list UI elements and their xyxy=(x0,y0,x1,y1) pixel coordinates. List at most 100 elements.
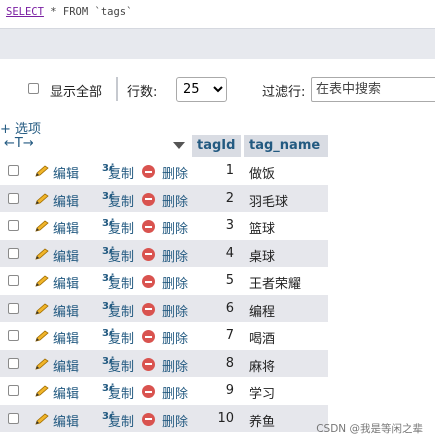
table-row: 编辑 3ċ 复制 删除 8 麻将 xyxy=(0,349,328,377)
toolbar-divider xyxy=(116,77,118,101)
sort-dropdown-icon[interactable] xyxy=(173,142,185,149)
copy-link[interactable]: 复制 xyxy=(108,273,134,292)
table-toolbar: 显示全部 行数: 25 过滤行: xyxy=(0,74,435,104)
show-all-label[interactable]: 显示全部 xyxy=(50,81,102,100)
delete-icon[interactable] xyxy=(142,385,155,398)
column-resize-arrows-icon[interactable]: ←T→ xyxy=(4,136,34,151)
pencil-icon[interactable] xyxy=(34,275,50,287)
pencil-icon[interactable] xyxy=(34,385,50,397)
cell-tagid: 4 xyxy=(225,245,234,261)
cell-tagid: 3 xyxy=(225,218,234,233)
table-row: 编辑 3ċ 复制 删除 5 王者荣耀 xyxy=(0,267,328,295)
delete-link[interactable]: 删除 xyxy=(162,356,188,375)
copy-link[interactable]: 复制 xyxy=(108,218,134,237)
sql-keyword-select[interactable]: SELECT xyxy=(6,6,44,18)
table-row: 编辑 3ċ 复制 删除 4 桌球 xyxy=(0,239,328,267)
copy-link[interactable]: 复制 xyxy=(108,246,134,265)
edit-link[interactable]: 编辑 xyxy=(53,328,79,347)
copy-link[interactable]: 复制 xyxy=(108,356,134,375)
options-link[interactable]: + 选项 xyxy=(0,118,41,137)
copy-link[interactable]: 复制 xyxy=(108,163,134,182)
delete-icon[interactable] xyxy=(142,247,155,261)
row-checkbox[interactable] xyxy=(8,412,19,424)
copy-link[interactable]: 复制 xyxy=(108,328,134,347)
pencil-icon[interactable] xyxy=(34,302,50,315)
pencil-icon[interactable] xyxy=(34,357,50,370)
cell-tagid: 7 xyxy=(225,328,234,343)
delete-link[interactable]: 删除 xyxy=(162,411,188,430)
edit-link[interactable]: 编辑 xyxy=(53,163,79,182)
table-row: 编辑 3ċ 复制 删除 2 羽毛球 xyxy=(0,184,328,212)
delete-icon[interactable] xyxy=(142,357,155,371)
delete-link[interactable]: 删除 xyxy=(162,328,188,347)
pencil-icon[interactable] xyxy=(34,165,50,177)
edit-link[interactable]: 编辑 xyxy=(53,411,79,430)
filter-rows-input[interactable] xyxy=(311,77,435,102)
pencil-icon[interactable] xyxy=(34,412,50,425)
row-checkbox[interactable] xyxy=(8,385,19,396)
row-checkbox[interactable] xyxy=(8,330,19,341)
cell-tagid: 5 xyxy=(225,273,234,288)
row-checkbox[interactable] xyxy=(8,220,19,231)
delete-icon[interactable] xyxy=(142,192,155,206)
delete-icon[interactable] xyxy=(142,330,155,343)
table-row: 编辑 3ċ 复制 删除 1 做饭 xyxy=(0,157,328,185)
row-checkbox[interactable] xyxy=(8,302,19,314)
cell-tagid: 6 xyxy=(225,300,234,316)
row-checkbox[interactable] xyxy=(8,275,19,286)
column-header-tag-name[interactable]: tag_name xyxy=(244,135,328,157)
cell-tagid: 2 xyxy=(225,190,234,206)
column-header-tagid[interactable]: tagId xyxy=(192,135,241,157)
delete-link[interactable]: 删除 xyxy=(162,301,188,320)
edit-link[interactable]: 编辑 xyxy=(53,383,79,402)
query-actions-band xyxy=(0,28,435,59)
sql-table-name: `tags` xyxy=(88,6,133,18)
cell-tag-name: 编程 xyxy=(249,304,276,320)
delete-link[interactable]: 删除 xyxy=(162,273,188,292)
cell-tag-name: 王者荣耀 xyxy=(249,277,302,292)
cell-tag-name: 麻将 xyxy=(249,359,276,375)
row-checkbox[interactable] xyxy=(8,357,19,369)
delete-link[interactable]: 删除 xyxy=(162,163,188,182)
edit-link[interactable]: 编辑 xyxy=(53,191,79,210)
cell-tag-name: 喝酒 xyxy=(249,332,276,347)
delete-link[interactable]: 删除 xyxy=(162,383,188,402)
row-checkbox[interactable] xyxy=(8,192,19,204)
copy-link[interactable]: 复制 xyxy=(108,411,134,430)
row-checkbox[interactable] xyxy=(8,247,19,259)
delete-icon[interactable] xyxy=(142,412,155,426)
delete-icon[interactable] xyxy=(142,220,155,233)
cell-tag-name: 篮球 xyxy=(249,222,276,237)
cell-tagid: 10 xyxy=(217,410,234,426)
edit-link[interactable]: 编辑 xyxy=(53,301,79,320)
row-checkbox[interactable] xyxy=(8,165,19,176)
delete-icon[interactable] xyxy=(142,302,155,316)
table-row: 编辑 3ċ 复制 删除 10 养鱼 xyxy=(0,404,328,432)
delete-link[interactable]: 删除 xyxy=(162,218,188,237)
table-row: 编辑 3ċ 复制 删除 3 篮球 xyxy=(0,212,328,240)
pencil-icon[interactable] xyxy=(34,247,50,260)
edit-link[interactable]: 编辑 xyxy=(53,246,79,265)
table-row: 编辑 3ċ 复制 删除 6 编程 xyxy=(0,294,328,322)
delete-link[interactable]: 删除 xyxy=(162,191,188,210)
edit-link[interactable]: 编辑 xyxy=(53,218,79,237)
pencil-icon[interactable] xyxy=(34,192,50,205)
delete-icon[interactable] xyxy=(142,165,155,178)
delete-icon[interactable] xyxy=(142,275,155,288)
edit-link[interactable]: 编辑 xyxy=(53,356,79,375)
copy-link[interactable]: 复制 xyxy=(108,301,134,320)
pencil-icon[interactable] xyxy=(34,330,50,342)
table-row: 编辑 3ċ 复制 删除 7 喝酒 xyxy=(0,322,328,350)
edit-link[interactable]: 编辑 xyxy=(53,273,79,292)
copy-link[interactable]: 复制 xyxy=(108,383,134,402)
copy-link[interactable]: 复制 xyxy=(108,191,134,210)
pencil-icon[interactable] xyxy=(34,220,50,232)
cell-tag-name: 羽毛球 xyxy=(249,194,289,210)
delete-link[interactable]: 删除 xyxy=(162,246,188,265)
cell-tagid: 9 xyxy=(225,383,234,398)
show-all-checkbox[interactable] xyxy=(28,83,39,94)
table-row: 编辑 3ċ 复制 删除 9 学习 xyxy=(0,377,328,405)
cell-tag-name: 学习 xyxy=(249,387,276,402)
rows-per-page-select[interactable]: 25 xyxy=(176,77,227,102)
cell-tagid: 1 xyxy=(225,163,234,178)
